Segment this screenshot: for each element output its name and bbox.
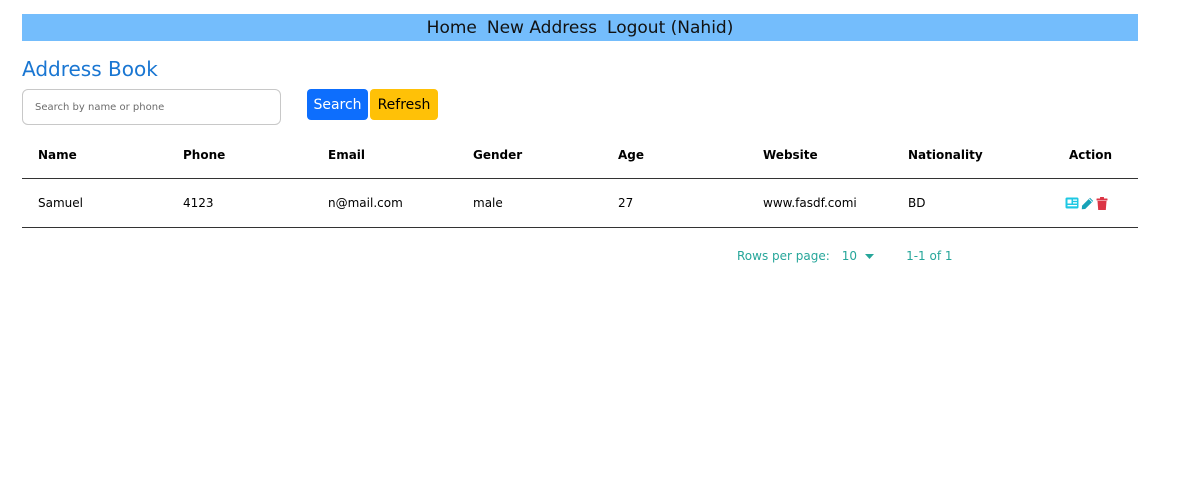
- search-input[interactable]: [22, 89, 281, 125]
- column-header-website[interactable]: Website: [763, 131, 818, 178]
- column-header-name[interactable]: Name: [38, 131, 77, 178]
- caret-down-icon: [865, 253, 875, 259]
- cell-gender: male: [473, 196, 503, 210]
- table-pagination: Rows per page: 10 1-1 of 1: [737, 249, 953, 263]
- rows-per-page-select[interactable]: 10: [841, 249, 875, 263]
- edit-icon[interactable]: [1081, 197, 1094, 210]
- cell-phone: 4123: [183, 196, 214, 210]
- pagination-range: 1-1 of 1: [906, 249, 953, 263]
- nav-logout-link[interactable]: Logout (Nahid): [607, 18, 733, 38]
- search-button[interactable]: Search: [307, 89, 368, 120]
- column-header-email[interactable]: Email: [328, 131, 365, 178]
- cell-nationality: BD: [908, 196, 926, 210]
- column-header-phone[interactable]: Phone: [183, 131, 225, 178]
- rows-per-page-label: Rows per page:: [737, 249, 830, 263]
- nav-home-link[interactable]: Home: [427, 18, 477, 38]
- top-navbar: Home New Address Logout (Nahid): [22, 14, 1138, 41]
- column-header-nationality[interactable]: Nationality: [908, 131, 983, 178]
- row-actions: [1065, 179, 1108, 227]
- column-header-gender[interactable]: Gender: [473, 131, 522, 178]
- table-row: Samuel 4123 n@mail.com male 27 www.fasdf…: [22, 179, 1138, 228]
- cell-age: 27: [618, 196, 634, 210]
- address-table: Name Phone Email Gender Age Website Nati…: [22, 131, 1138, 228]
- cell-website: www.fasdf.comi: [763, 196, 857, 210]
- cell-name: Samuel: [38, 196, 83, 210]
- refresh-button[interactable]: Refresh: [370, 89, 438, 120]
- table-header: Name Phone Email Gender Age Website Nati…: [22, 131, 1138, 179]
- column-header-age[interactable]: Age: [618, 131, 644, 178]
- nav-new-address-link[interactable]: New Address: [487, 18, 597, 38]
- rows-per-page-value: 10: [841, 249, 858, 263]
- column-header-action: Action: [1069, 147, 1113, 162]
- cell-email: n@mail.com: [328, 196, 403, 210]
- view-icon[interactable]: [1065, 197, 1079, 209]
- delete-icon[interactable]: [1096, 196, 1108, 210]
- page-title: Address Book: [22, 57, 158, 81]
